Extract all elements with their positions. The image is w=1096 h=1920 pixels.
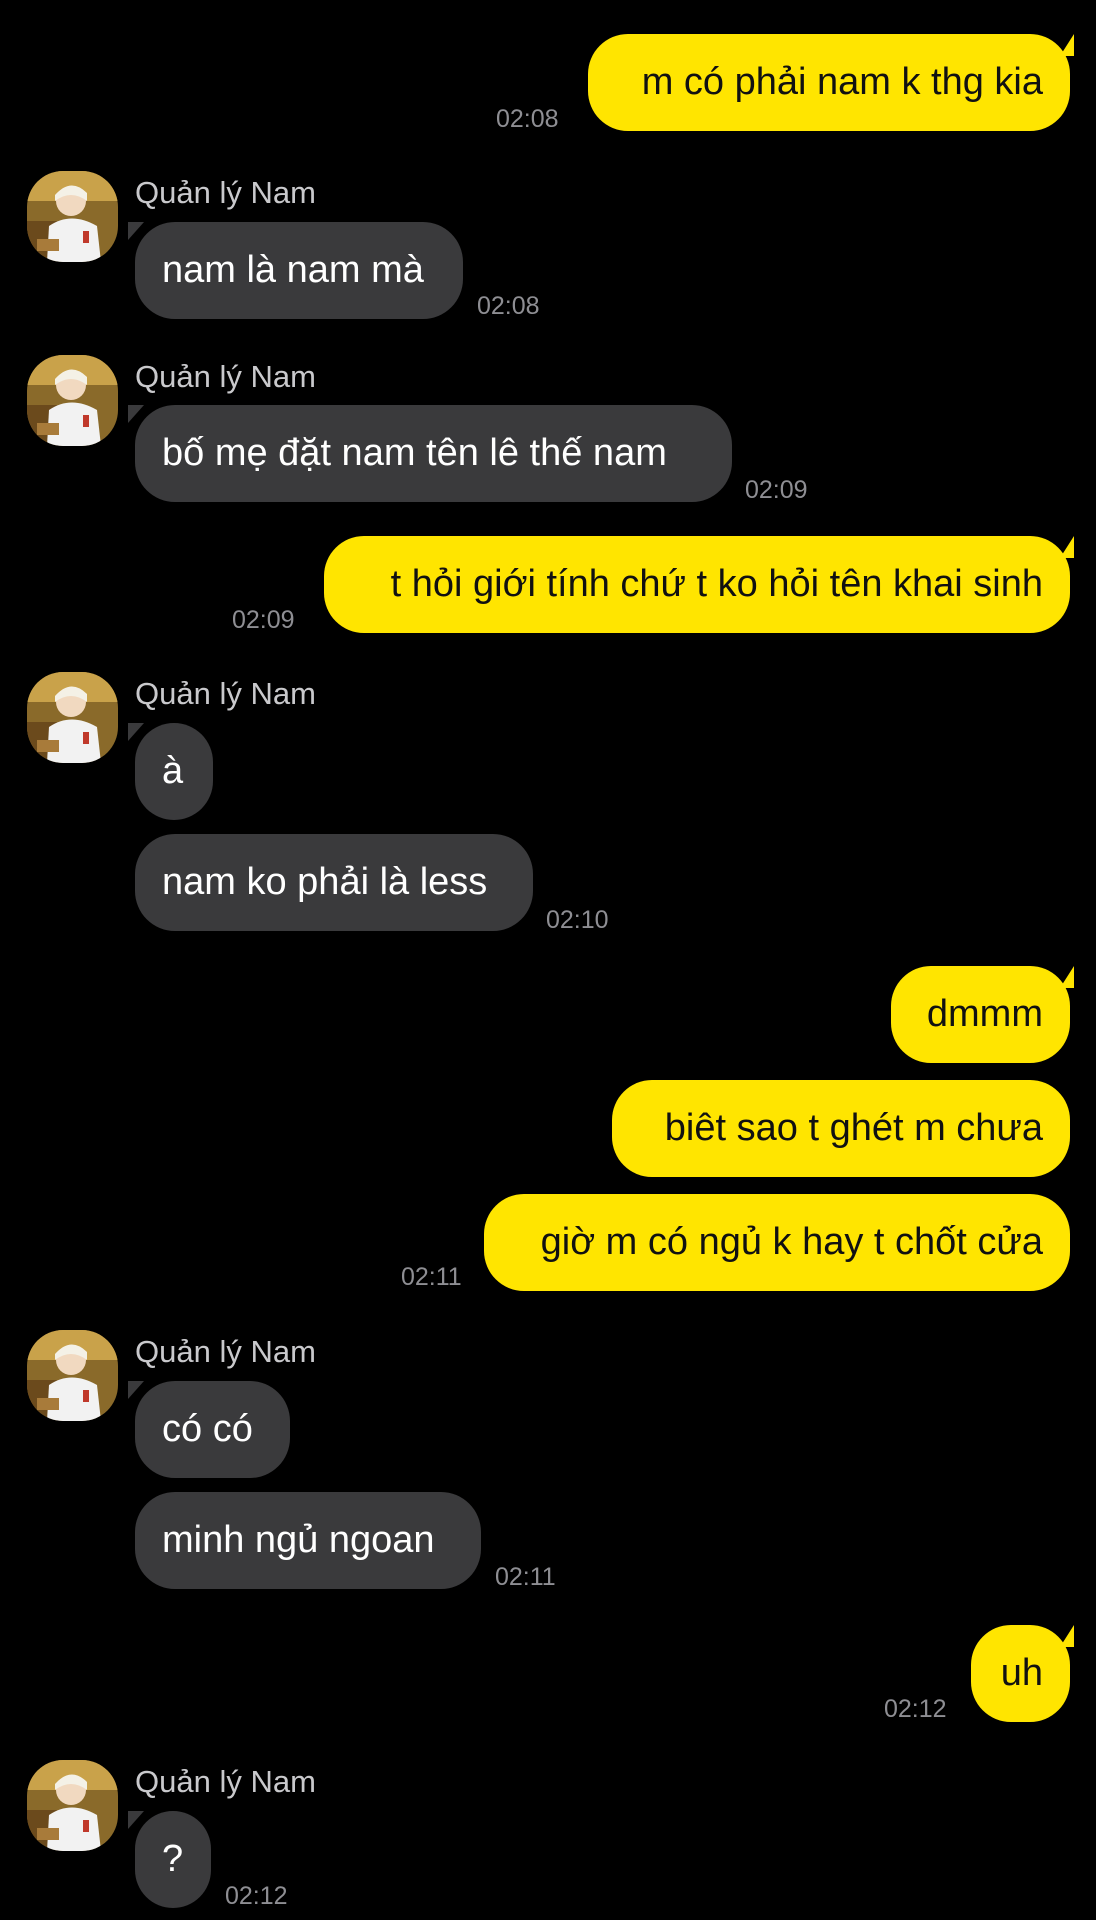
message-text: biêt sao t ghét m chưa — [664, 1107, 1043, 1149]
message-text: t hỏi giới tính chứ t ko hỏi tên khai si… — [390, 563, 1043, 605]
message-timestamp: 02:11 — [495, 1563, 556, 1591]
message-text: à — [162, 750, 184, 792]
message-text: ? — [162, 1838, 184, 1880]
message-bubble-incoming[interactable]: à — [135, 723, 213, 820]
message-text: giờ m có ngủ k hay t chốt cửa — [540, 1221, 1043, 1263]
message-text: m có phải nam k thg kia — [641, 61, 1043, 103]
message-text: minh ngủ ngoan — [162, 1519, 435, 1561]
message-timestamp: 02:12 — [884, 1695, 947, 1723]
message-text: có có — [162, 1408, 253, 1450]
contact-avatar[interactable] — [27, 355, 118, 446]
message-text: nam là nam mà — [162, 249, 424, 291]
message-bubble-outgoing[interactable]: biêt sao t ghét m chưa — [612, 1080, 1070, 1177]
bubble-tail — [128, 405, 144, 423]
message-text: dmmm — [926, 993, 1043, 1035]
message-bubble-incoming[interactable]: nam là nam mà — [135, 222, 463, 319]
contact-avatar[interactable] — [27, 1330, 118, 1421]
message-text: bố mẹ đặt nam tên lê thế nam — [162, 432, 667, 474]
contact-avatar[interactable] — [27, 672, 118, 763]
message-timestamp: 02:09 — [745, 476, 808, 504]
contact-avatar[interactable] — [27, 1760, 118, 1851]
message-timestamp: 02:08 — [477, 292, 540, 320]
message-bubble-outgoing[interactable]: giờ m có ngủ k hay t chốt cửa — [484, 1194, 1070, 1291]
sender-name: Quản lý Nam — [135, 359, 316, 394]
profile-photo-icon — [27, 672, 118, 763]
profile-photo-icon — [27, 1760, 118, 1851]
sender-name: Quản lý Nam — [135, 175, 316, 210]
message-text: nam ko phải là less — [162, 861, 488, 903]
message-timestamp: 02:09 — [232, 606, 295, 634]
profile-photo-icon — [27, 171, 118, 262]
message-bubble-outgoing[interactable]: m có phải nam k thg kia — [588, 34, 1070, 131]
message-bubble-outgoing[interactable]: uh — [971, 1625, 1070, 1722]
message-bubble-incoming[interactable]: bố mẹ đặt nam tên lê thế nam — [135, 405, 732, 502]
message-timestamp: 02:08 — [496, 105, 559, 133]
sender-name: Quản lý Nam — [135, 1764, 316, 1799]
message-text: uh — [1000, 1652, 1043, 1694]
profile-photo-icon — [27, 355, 118, 446]
message-timestamp: 02:10 — [546, 906, 609, 934]
sender-name: Quản lý Nam — [135, 1334, 316, 1369]
sender-name: Quản lý Nam — [135, 676, 316, 711]
message-bubble-incoming[interactable]: có có — [135, 1381, 290, 1478]
contact-avatar[interactable] — [27, 171, 118, 262]
message-bubble-incoming[interactable]: minh ngủ ngoan — [135, 1492, 481, 1589]
bubble-tail — [128, 1381, 144, 1399]
message-timestamp: 02:11 — [401, 1263, 462, 1291]
message-timestamp: 02:12 — [225, 1882, 288, 1910]
bubble-tail — [128, 222, 144, 240]
profile-photo-icon — [27, 1330, 118, 1421]
message-bubble-outgoing[interactable]: dmmm — [891, 966, 1070, 1063]
message-bubble-outgoing[interactable]: t hỏi giới tính chứ t ko hỏi tên khai si… — [324, 536, 1070, 633]
message-bubble-incoming[interactable]: nam ko phải là less — [135, 834, 533, 931]
message-bubble-incoming[interactable]: ? — [135, 1811, 211, 1908]
